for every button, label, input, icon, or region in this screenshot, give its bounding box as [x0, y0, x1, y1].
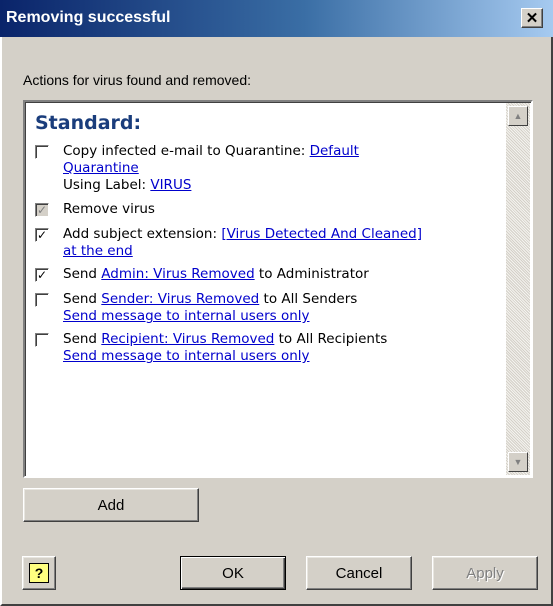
scroll-up-button[interactable]: ▲: [508, 106, 528, 126]
action-text: to All Senders: [259, 291, 358, 307]
window-title: Removing successful: [6, 9, 171, 26]
action-text: Send: [63, 266, 102, 282]
add-button-label: Add: [97, 496, 125, 514]
help-button[interactable]: ?: [22, 556, 56, 590]
title-bar[interactable]: Removing successful ✕: [0, 0, 553, 37]
check-icon: ✓: [36, 268, 48, 282]
action-text: Send: [63, 291, 102, 307]
close-button[interactable]: ✕: [521, 8, 543, 28]
link-quarantine-cont[interactable]: Quarantine: [63, 160, 139, 176]
close-icon: ✕: [525, 10, 539, 27]
action-text: Using Label:: [63, 177, 151, 193]
link-recipient-internal-only[interactable]: Send message to internal users only: [63, 348, 310, 364]
apply-button[interactable]: Apply: [432, 556, 538, 590]
check-icon: ✓: [36, 228, 48, 242]
link-subject-extension-cont[interactable]: at the end: [63, 243, 133, 259]
link-label-virus[interactable]: VIRUS: [150, 177, 191, 193]
actions-list[interactable]: Standard: Copy infected e-mail to Quaran…: [23, 100, 533, 478]
link-quarantine[interactable]: Default: [310, 143, 359, 159]
ok-button[interactable]: OK: [180, 556, 286, 590]
link-sender-virus-removed[interactable]: Sender: Virus Removed: [101, 291, 259, 307]
link-sender-internal-only[interactable]: Send message to internal users only: [63, 308, 310, 324]
checkbox-remove-virus: ✓: [35, 203, 49, 217]
arrow-down-icon: ▼: [513, 457, 523, 467]
action-text: Remove virus: [63, 201, 155, 217]
action-text: to Administrator: [254, 266, 369, 282]
check-icon: ✓: [36, 203, 48, 217]
cancel-button-label: Cancel: [335, 564, 383, 582]
checkbox-subject-extension[interactable]: ✓: [35, 228, 49, 242]
action-text: to All Recipients: [274, 331, 388, 347]
link-admin-virus-removed[interactable]: Admin: Virus Removed: [101, 266, 254, 282]
link-subject-extension[interactable]: [Virus Detected And Cleaned]: [221, 226, 422, 242]
list-heading: Standard:: [35, 112, 142, 134]
checkbox-send-sender[interactable]: [35, 293, 49, 307]
add-button[interactable]: Add: [23, 488, 199, 522]
checkbox-copy-quarantine[interactable]: [35, 145, 49, 159]
checkbox-send-admin[interactable]: ✓: [35, 268, 49, 282]
action-text: Send: [63, 331, 102, 347]
checkbox-send-recipient[interactable]: [35, 333, 49, 347]
apply-button-label: Apply: [466, 564, 504, 582]
cancel-button[interactable]: Cancel: [306, 556, 412, 590]
section-label: Actions for virus found and removed:: [23, 72, 252, 88]
arrow-up-icon: ▲: [513, 111, 523, 121]
help-icon: ?: [29, 563, 49, 583]
ok-button-label: OK: [222, 564, 244, 582]
action-text: Copy infected e-mail to Quarantine:: [63, 143, 310, 159]
vertical-scrollbar[interactable]: ▲ ▼: [506, 103, 530, 475]
link-recipient-virus-removed[interactable]: Recipient: Virus Removed: [101, 331, 274, 347]
scroll-down-button[interactable]: ▼: [508, 452, 528, 472]
action-text: Add subject extension:: [63, 226, 222, 242]
